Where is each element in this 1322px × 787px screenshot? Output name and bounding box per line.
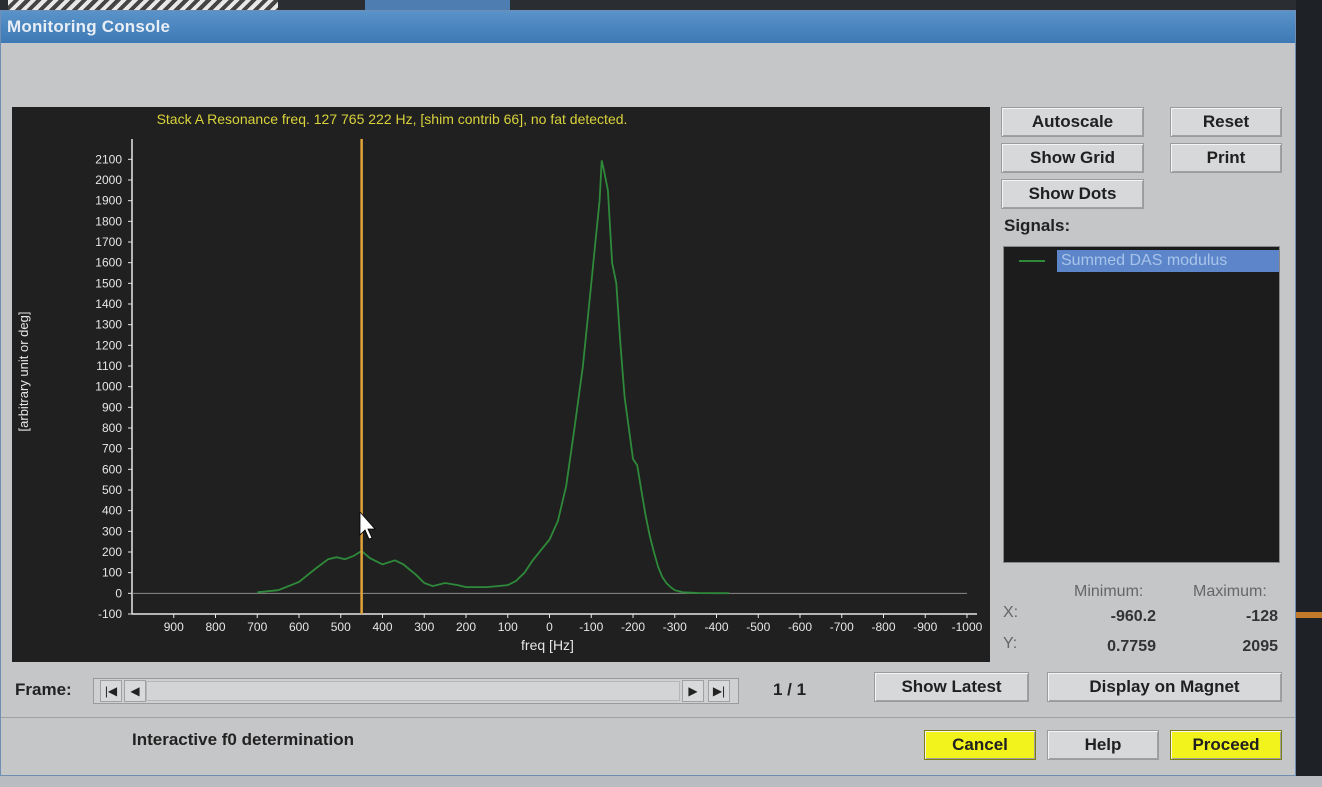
y-tick-label: 1700: [95, 235, 122, 249]
y-tick-label: 2100: [95, 152, 122, 166]
show-dots-button[interactable]: Show Dots: [1001, 179, 1144, 209]
x-tick-label: 800: [205, 620, 225, 634]
status-separator: [1, 717, 1295, 718]
plot-title: Stack A Resonance freq. 127 765 222 Hz, …: [156, 111, 628, 127]
x-tick-label: 400: [372, 620, 392, 634]
background-bottom-panel: [0, 776, 1322, 787]
y-range-label: Y:: [1003, 635, 1018, 652]
window-title: Monitoring Console: [7, 17, 171, 36]
frame-label: Frame:: [15, 680, 72, 699]
x-tick-label: 700: [247, 620, 267, 634]
signal-color-swatch: [1019, 260, 1045, 262]
x-tick-label: -500: [746, 620, 770, 634]
reset-button[interactable]: Reset: [1170, 107, 1282, 137]
signals-label: Signals:: [1004, 216, 1071, 235]
y-tick-label: 200: [102, 545, 122, 559]
x-range-label: X:: [1003, 604, 1019, 621]
y-tick-label: 400: [102, 504, 122, 518]
x-maximum-value: -128: [1245, 608, 1278, 625]
first-frame-icon[interactable]: |◀: [100, 680, 122, 702]
signals-list[interactable]: Summed DAS modulus: [1003, 246, 1280, 563]
y-tick-label: 1600: [95, 256, 122, 270]
x-tick-label: 500: [331, 620, 351, 634]
background-decoration: [8, 0, 278, 10]
title-bar[interactable]: Monitoring Console: [1, 11, 1295, 43]
y-tick-label: 2000: [95, 173, 122, 187]
background-right-panel: [1296, 0, 1322, 787]
show-grid-button[interactable]: Show Grid: [1001, 143, 1144, 173]
x-tick-label: -800: [871, 620, 895, 634]
x-tick-label: -900: [913, 620, 937, 634]
y-axis-label: [arbitrary unit or deg]: [16, 312, 31, 432]
x-tick-label: 100: [498, 620, 518, 634]
x-tick-label: -300: [663, 620, 687, 634]
x-tick-label: 200: [456, 620, 476, 634]
autoscale-button[interactable]: Autoscale: [1001, 107, 1144, 137]
proceed-button[interactable]: Proceed: [1170, 730, 1282, 760]
monitoring-console-window: Monitoring Console -100 0 100 200 300 400 500 6…: [0, 10, 1296, 776]
spectrum-plot[interactable]: -100 0 100 200 300 400 500 600 700 800 900 1000 1100…: [12, 107, 990, 662]
y-tick-label: 1400: [95, 297, 122, 311]
y-tick-label: 1000: [95, 380, 122, 394]
y-tick-label: 100: [102, 566, 122, 580]
x-tick-label: -600: [788, 620, 812, 634]
frame-scrollbar[interactable]: |◀ ◀ ▶ ▶|: [93, 678, 739, 704]
y-tick-label: 300: [102, 524, 122, 538]
x-tick-label: -1000: [952, 620, 983, 634]
frame-counter: 1 / 1: [773, 680, 807, 699]
series-line: [257, 160, 729, 595]
y-tick-label: 1500: [95, 276, 122, 290]
frame-scroll-track[interactable]: [146, 681, 680, 701]
spectrum-chart-svg[interactable]: -100010020030040050060070080090010001100…: [12, 107, 990, 662]
cancel-button[interactable]: Cancel: [924, 730, 1036, 760]
status-text: Interactive f0 determination: [132, 730, 355, 749]
prev-frame-icon[interactable]: ◀: [124, 680, 146, 702]
y-tick-label: 0: [115, 586, 122, 600]
x-tick-label: 0: [546, 620, 553, 634]
y-tick-label: 1200: [95, 338, 122, 352]
signal-item[interactable]: Summed DAS modulus: [1007, 250, 1279, 272]
y-minimum-value: 0.7759: [1107, 638, 1156, 655]
print-button[interactable]: Print: [1170, 143, 1282, 173]
y-maximum-value: 2095: [1242, 638, 1278, 655]
y-tick-label: 600: [102, 462, 122, 476]
y-tick-label: 1100: [96, 359, 122, 373]
x-axis-label: freq [Hz]: [521, 637, 574, 653]
y-tick-label: 1800: [95, 214, 122, 228]
x-minimum-value: -960.2: [1110, 608, 1156, 625]
y-tick-label: 1300: [95, 318, 122, 332]
show-latest-button[interactable]: Show Latest: [874, 672, 1029, 702]
help-button[interactable]: Help: [1047, 730, 1159, 760]
x-tick-label: -700: [830, 620, 854, 634]
x-tick-label: 300: [414, 620, 434, 634]
x-tick-label: -200: [621, 620, 645, 634]
y-tick-label: -100: [98, 607, 122, 621]
y-tick-label: 700: [102, 442, 122, 456]
y-tick-label: 800: [102, 421, 122, 435]
y-tick-label: 900: [102, 400, 122, 414]
x-tick-label: 900: [164, 620, 184, 634]
y-tick-label: 1900: [95, 194, 122, 208]
y-tick-label: 500: [102, 483, 122, 497]
x-tick-label: 600: [289, 620, 309, 634]
maximum-label: Maximum:: [1193, 583, 1267, 600]
display-on-magnet-button[interactable]: Display on Magnet: [1047, 672, 1282, 702]
next-frame-icon[interactable]: ▶: [682, 680, 704, 702]
minimum-label: Minimum:: [1074, 583, 1144, 600]
last-frame-icon[interactable]: ▶|: [708, 680, 730, 702]
signal-name: Summed DAS modulus: [1057, 250, 1279, 272]
background-accent: [1296, 612, 1322, 618]
x-tick-label: -100: [579, 620, 603, 634]
x-tick-label: -400: [704, 620, 728, 634]
